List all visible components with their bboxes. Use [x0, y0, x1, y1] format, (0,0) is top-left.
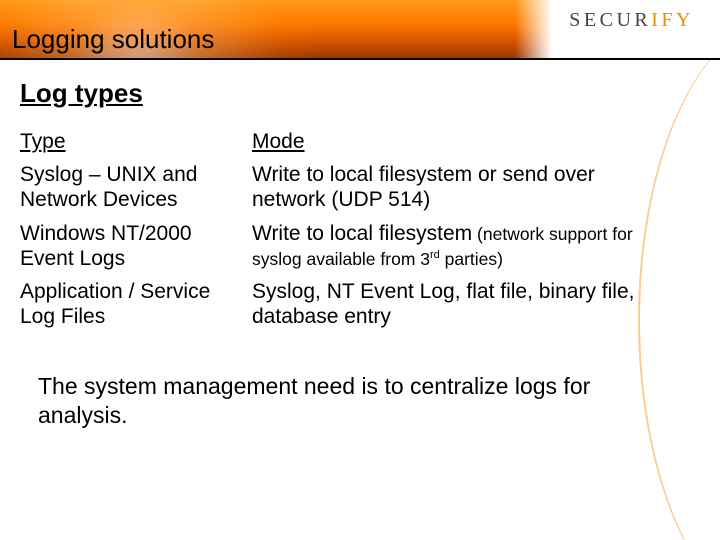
cell-type: Windows NT/2000 Event Logs — [20, 219, 252, 277]
table-header-row: Type Mode — [20, 127, 680, 160]
section-heading: Log types — [20, 78, 680, 109]
summary-text: The system management need is to central… — [38, 372, 638, 430]
cell-mode: Syslog, NT Event Log, flat file, binary … — [252, 277, 680, 335]
cell-mode: Write to local filesystem or send over n… — [252, 160, 680, 218]
table-row: Application / Service Log Files Syslog, … — [20, 277, 680, 335]
brand-logo: SECURIFY — [569, 9, 694, 32]
table-row: Syslog – UNIX and Network Devices Write … — [20, 160, 680, 218]
col-header-type: Type — [20, 127, 252, 160]
cell-mode: Write to local filesystem (network suppo… — [252, 219, 680, 277]
slide-title: Logging solutions — [12, 24, 214, 55]
logo-container: SECURIFY — [515, 0, 720, 58]
content-area: Log types Type Mode Syslog – UNIX and Ne… — [20, 78, 680, 335]
brand-part1: SECUR — [569, 9, 651, 31]
slide: Logging solutions SECURIFY Log types Typ… — [0, 0, 720, 540]
log-types-table: Type Mode Syslog – UNIX and Network Devi… — [20, 127, 680, 335]
cell-type: Application / Service Log Files — [20, 277, 252, 335]
table-row: Windows NT/2000 Event Logs Write to loca… — [20, 219, 680, 277]
cell-type: Syslog – UNIX and Network Devices — [20, 160, 252, 218]
header-banner: Logging solutions SECURIFY — [0, 0, 720, 60]
col-header-mode: Mode — [252, 127, 680, 160]
brand-part2: IFY — [651, 9, 694, 31]
